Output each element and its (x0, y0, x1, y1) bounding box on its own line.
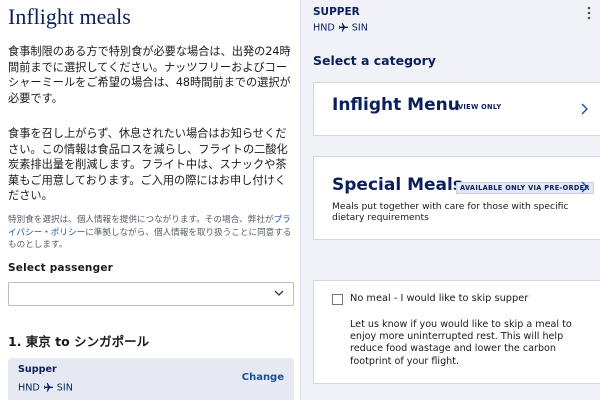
inflight-menu-title: Inflight Menu (332, 95, 460, 115)
route-origin: HND (313, 22, 335, 34)
chevron-down-icon (274, 290, 284, 296)
special-meals-card[interactable]: Special Meals AVAILABLE ONLY VIA PRE-ORD… (313, 156, 600, 240)
route-destination: SIN (351, 22, 368, 34)
segment-card: Supper HND SIN Change (8, 358, 294, 400)
special-meals-title: Special Meals (332, 175, 463, 195)
selected-meal-heading: SUPPER (313, 6, 360, 18)
chevron-right-icon (581, 181, 588, 193)
segment-meal: Supper (18, 364, 57, 375)
skip-meal-info-text: 食事を召し上がらず、休息されたい場合はお知らせください。この情報は食品ロスを減ら… (8, 127, 288, 203)
inflight-menu-card[interactable]: Inflight Menu VIEW ONLY (313, 82, 600, 136)
privacy-note-before: 特別食を選択は、個人情報を提供につながります。その場合、弊社が (8, 215, 274, 225)
segment-route: HND SIN (18, 382, 73, 394)
view-only-badge: VIEW ONLY (458, 103, 502, 111)
left-panel: Inflight meals 食事制限のある方で特別食が必要な場合は、出発の24… (0, 0, 300, 400)
segment-title: 1. 東京 to シンガポール (8, 334, 150, 349)
page-title: Inflight meals (8, 4, 131, 29)
change-button[interactable]: Change (242, 372, 284, 383)
segment-origin: HND (18, 382, 40, 394)
skip-meal-checkbox[interactable] (332, 294, 343, 305)
privacy-note: 特別食を選択は、個人情報を提供につながります。その場合、弊社がプライバシー・ポリ… (8, 214, 292, 252)
selected-route: HND SIN (313, 22, 368, 34)
chevron-right-icon (581, 103, 588, 115)
select-passenger-label: Select passenger (8, 262, 114, 274)
select-category-heading: Select a category (313, 53, 436, 68)
skip-meal-label[interactable]: No meal - I would like to skip supper (350, 293, 528, 304)
more-options-icon[interactable] (584, 6, 594, 20)
plane-icon (338, 22, 348, 32)
skip-meal-card: No meal - I would like to skip supper Le… (313, 280, 600, 384)
special-meals-description: Meals put together with care for those w… (332, 201, 569, 223)
right-panel: SUPPER HND SIN Select a category Inflight… (301, 0, 600, 400)
pre-order-badge: AVAILABLE ONLY VIA PRE-ORDER (456, 182, 594, 194)
dietary-info-text: 食事制限のある方で特別食が必要な場合は、出発の24時間前までに選択してください。… (8, 45, 291, 105)
plane-icon (43, 382, 53, 392)
skip-meal-description: Let us know if you would like to skip a … (350, 319, 572, 367)
passenger-select[interactable] (8, 282, 294, 306)
segment-destination: SIN (56, 382, 73, 394)
